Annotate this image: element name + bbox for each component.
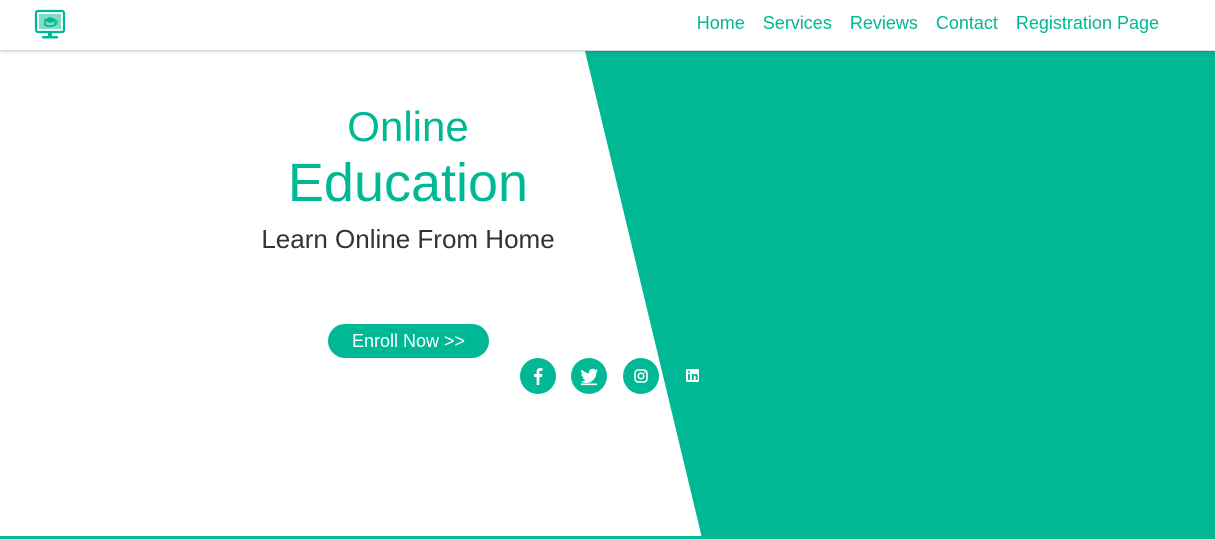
nav-home-link[interactable]: Home xyxy=(697,13,745,34)
nav-registration-link[interactable]: Registration Page xyxy=(1016,13,1159,34)
hero-subtitle: Learn Online From Home xyxy=(261,224,555,254)
nav-contact-link[interactable]: Contact xyxy=(936,13,998,34)
nav-reviews-link[interactable]: Reviews xyxy=(850,13,918,34)
hero-title-line1: Online xyxy=(347,103,469,150)
hero-text-block: Online Education Learn Online From Home xyxy=(218,102,598,256)
instagram-icon[interactable] xyxy=(623,358,659,394)
navbar: Home Services Reviews Contact Registrati… xyxy=(0,0,1215,50)
nav-services-link[interactable]: Services xyxy=(763,13,832,34)
enroll-now-button[interactable]: Enroll Now >> xyxy=(328,324,489,358)
facebook-icon[interactable] xyxy=(520,358,556,394)
hero-green-shape xyxy=(585,51,1215,538)
nav-menu: Home Services Reviews Contact Registrati… xyxy=(697,13,1159,34)
hero-title-line2: Education xyxy=(287,153,529,213)
logo-computer-icon[interactable] xyxy=(33,8,67,42)
twitter-icon[interactable] xyxy=(571,358,607,394)
linkedin-icon[interactable] xyxy=(675,358,711,394)
hero-section xyxy=(0,51,1215,538)
